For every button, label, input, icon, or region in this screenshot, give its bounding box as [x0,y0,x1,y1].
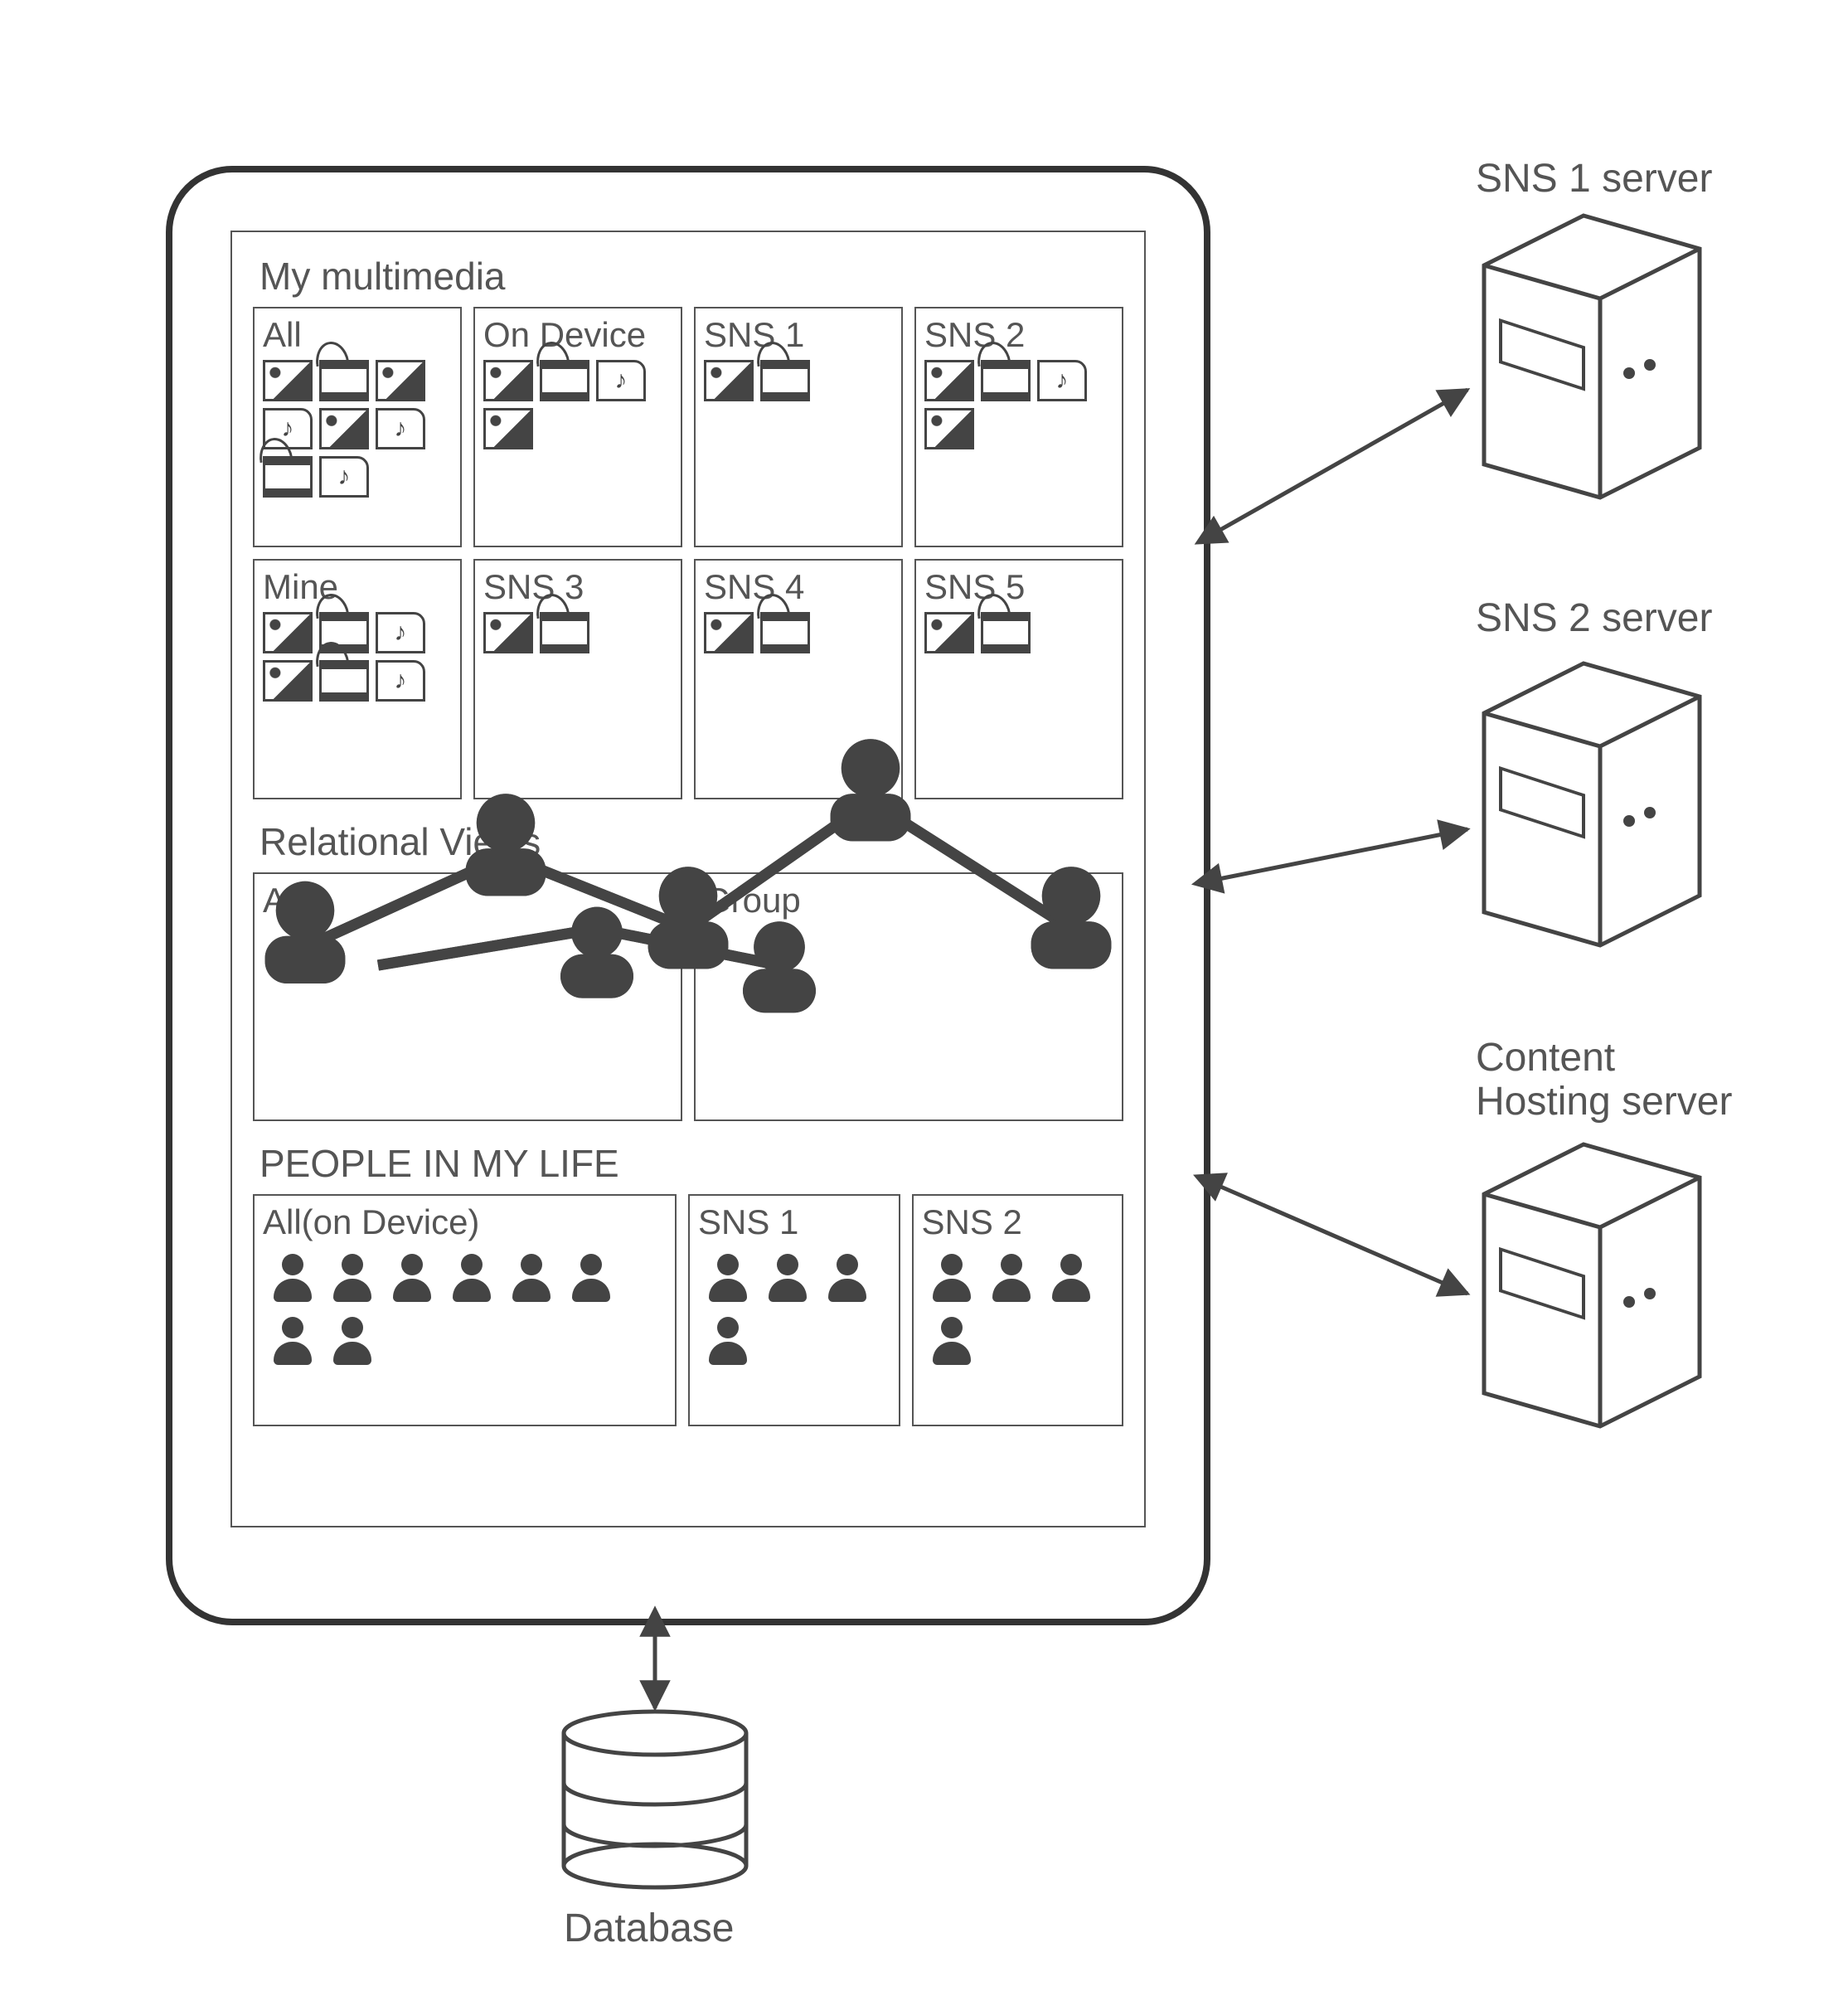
server-icon [1484,663,1700,945]
diagram-overlay [0,0,1848,1996]
connector-arrow [1219,829,1467,879]
connector-arrow [1219,390,1467,531]
server-icon [1484,1144,1700,1426]
server-icon [1484,216,1700,498]
database-icon [564,1712,746,1887]
connector-arrow [1219,1186,1467,1294]
